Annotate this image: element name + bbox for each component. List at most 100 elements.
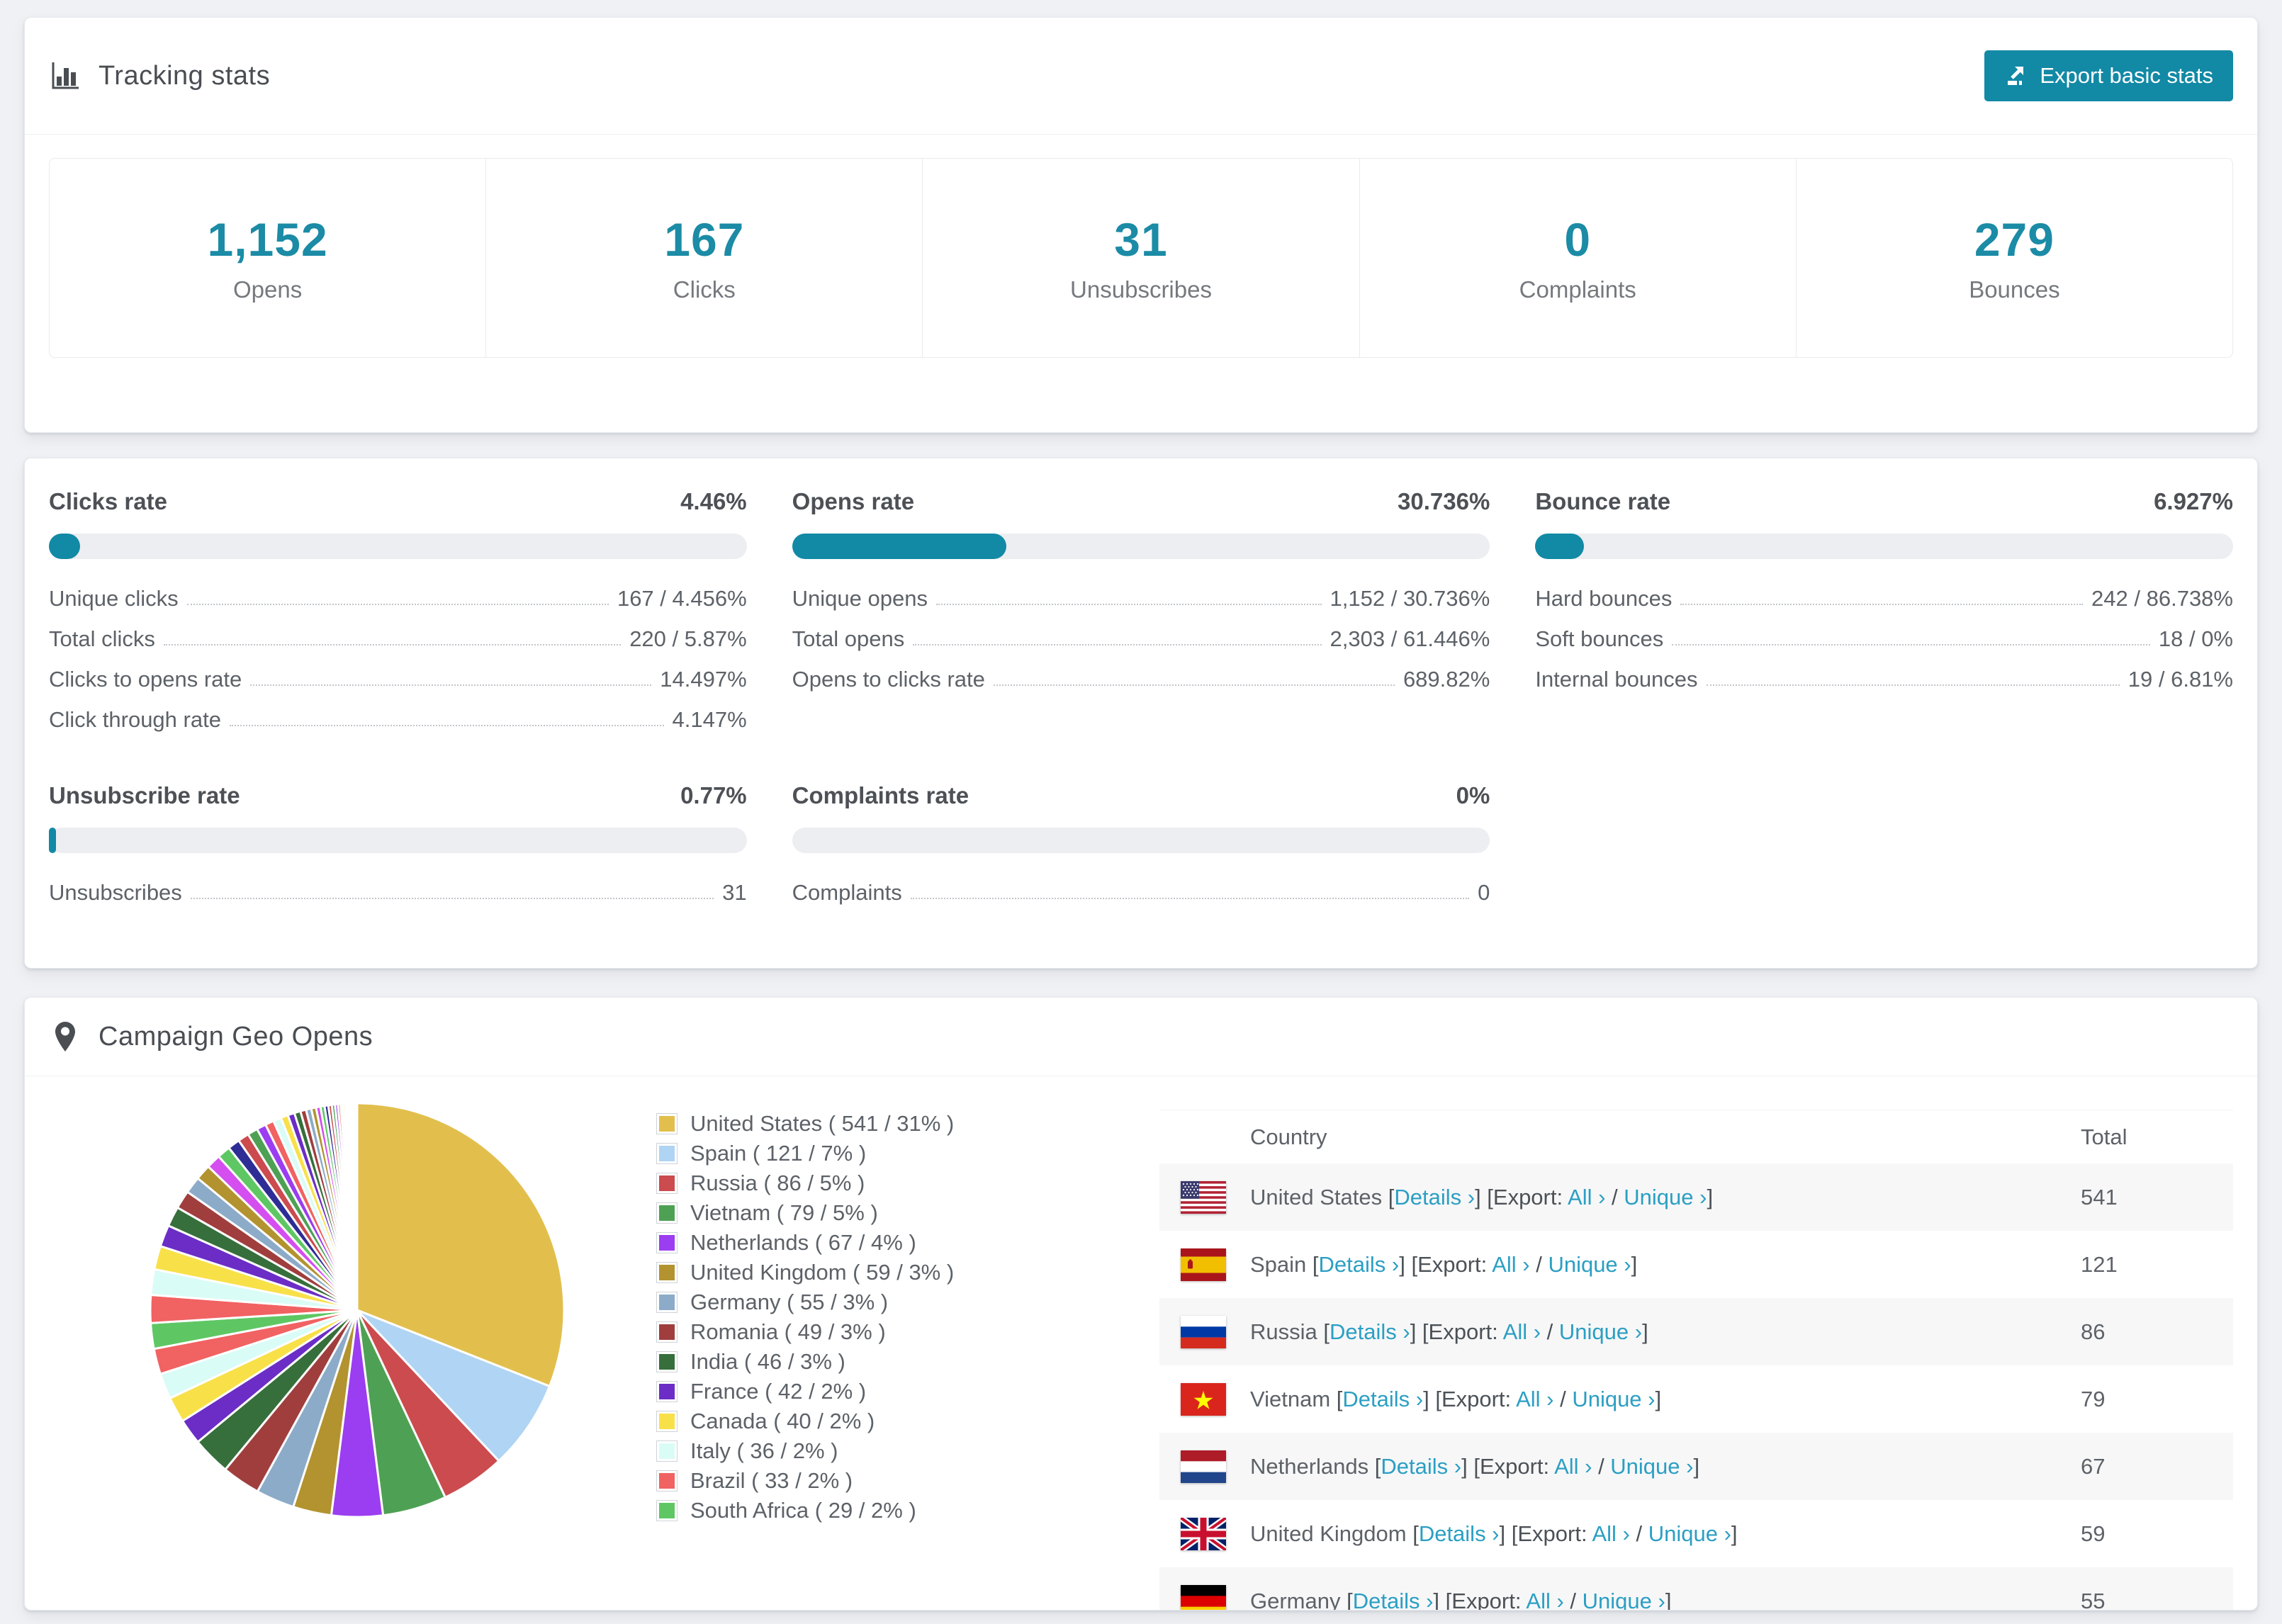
export-label: Export: (1417, 1251, 1488, 1277)
country-name: Russia (1250, 1319, 1317, 1344)
details-link[interactable]: Details › (1342, 1387, 1423, 1411)
export-unique-link[interactable]: Unique › (1610, 1454, 1693, 1479)
export-unique-link[interactable]: Unique › (1572, 1387, 1655, 1411)
export-all-link[interactable]: All › (1526, 1589, 1563, 1611)
legend-item: Italy ( 36 / 2% ) (656, 1436, 954, 1466)
dotted-leader (910, 898, 1470, 899)
country-total: 67 (2081, 1453, 2106, 1479)
legend-item: South Africa ( 29 / 2% ) (656, 1496, 954, 1526)
progress-bar (49, 828, 747, 853)
legend-label: India ( 46 / 3% ) (690, 1349, 845, 1374)
metric-value: 1,152 / 30.736% (1330, 586, 1490, 611)
page: Tracking stats Export basic stats 1,152 … (0, 0, 2282, 1611)
legend-swatch (656, 1321, 678, 1343)
map-pin-icon (49, 1020, 82, 1053)
dotted-leader (250, 684, 652, 686)
rate-value: 0% (1456, 782, 1490, 808)
country-flag-icon (1181, 1584, 1226, 1610)
stat-value: 279 (1974, 213, 2055, 266)
stat-label: Bounces (1969, 276, 2060, 303)
table-row: Germany [Details ›] [Export: All › / Uni… (1159, 1567, 2233, 1611)
geo-table-body: United States [Details ›] [Export: All ›… (1159, 1163, 2233, 1611)
metric-row: Complaints 0 (792, 880, 1490, 906)
details-link[interactable]: Details › (1419, 1521, 1500, 1546)
stat-label: Opens (232, 276, 303, 303)
metric-value: 167 / 4.456% (617, 586, 747, 611)
details-link[interactable]: Details › (1353, 1589, 1434, 1611)
export-label: Export: (1451, 1588, 1522, 1611)
export-all-link[interactable]: All › (1554, 1454, 1592, 1479)
export-label: Export: (1441, 1386, 1512, 1411)
country-cell: United States [Details ›] [Export: All ›… (1250, 1184, 1714, 1209)
stat-cell: 0 Complaints (1360, 159, 1797, 357)
legend-label: Vietnam ( 79 / 5% ) (690, 1200, 878, 1225)
country-total: 86 (2081, 1319, 2106, 1344)
export-unique-link[interactable]: Unique › (1583, 1589, 1665, 1611)
country-name: Vietnam (1250, 1386, 1331, 1411)
legend-label: Canada ( 40 / 2% ) (690, 1409, 875, 1433)
legend-swatch (656, 1440, 678, 1462)
tracking-stats-title: Tracking stats (99, 60, 271, 91)
rate-head: Clicks rate 4.46% (49, 488, 747, 515)
dotted-leader (935, 604, 1322, 605)
total-column-header: Total (2081, 1124, 2128, 1149)
legend-item: Brazil ( 33 / 2% ) (656, 1466, 954, 1496)
dotted-leader (913, 644, 1322, 645)
dotted-leader (190, 898, 714, 899)
stat-label: Clicks (673, 276, 736, 303)
progress-bar (49, 534, 747, 559)
legend-label: Netherlands ( 67 / 4% ) (690, 1230, 916, 1255)
legend-label: Brazil ( 33 / 2% ) (690, 1468, 853, 1493)
export-all-link[interactable]: All › (1492, 1252, 1529, 1277)
rate-rows: Unique clicks 167 / 4.456% Total clicks … (49, 586, 747, 733)
export-unique-link[interactable]: Unique › (1559, 1319, 1642, 1344)
legend-label: Russia ( 86 / 5% ) (690, 1171, 865, 1195)
stat-cell: 279 Bounces (1797, 159, 2232, 357)
progress-bar (1535, 534, 2233, 559)
country-cell: Spain [Details ›] [Export: All › / Uniqu… (1250, 1251, 1638, 1277)
legend-swatch (656, 1262, 678, 1283)
metric-value: 689.82% (1403, 667, 1490, 692)
dotted-leader (186, 604, 609, 605)
dotted-leader (1706, 684, 2120, 686)
export-unique-link[interactable]: Unique › (1648, 1521, 1731, 1546)
legend-swatch (656, 1292, 678, 1313)
stat-label: Unsubscribes (1070, 276, 1212, 303)
export-all-link[interactable]: All › (1516, 1387, 1553, 1411)
rate-rows: Complaints 0 (792, 880, 1490, 906)
metric-label: Unique opens (792, 586, 928, 611)
country-cell: Netherlands [Details ›] [Export: All › /… (1250, 1453, 1700, 1479)
export-basic-stats-button[interactable]: Export basic stats (1984, 50, 2233, 101)
legend-swatch (656, 1202, 678, 1224)
legend-swatch (656, 1351, 678, 1372)
metric-label: Clicks to opens rate (49, 667, 242, 692)
stat-cell: 167 Clicks (486, 159, 923, 357)
rate-head: Bounce rate 6.927% (1535, 488, 2233, 515)
metric-row: Unique opens 1,152 / 30.736% (792, 586, 1490, 611)
legend-item: Romania ( 49 / 3% ) (656, 1317, 954, 1347)
export-all-link[interactable]: All › (1503, 1319, 1541, 1344)
export-all-link[interactable]: All › (1568, 1185, 1605, 1209)
country-flag-icon (1181, 1450, 1226, 1483)
table-row: United States [Details ›] [Export: All ›… (1159, 1163, 2233, 1231)
country-cell: Russia [Details ›] [Export: All › / Uniq… (1250, 1319, 1648, 1344)
details-link[interactable]: Details › (1319, 1252, 1400, 1277)
progress-bar-fill (49, 828, 56, 853)
legend-item: Vietnam ( 79 / 5% ) (656, 1198, 954, 1228)
metric-row: Hard bounces 242 / 86.738% (1535, 586, 2233, 611)
legend-label: France ( 42 / 2% ) (690, 1379, 867, 1404)
export-all-link[interactable]: All › (1592, 1521, 1629, 1546)
legend-item: United Kingdom ( 59 / 3% ) (656, 1258, 954, 1287)
legend-item: Germany ( 55 / 3% ) (656, 1287, 954, 1317)
rate-title: Clicks rate (49, 488, 167, 514)
details-link[interactable]: Details › (1381, 1454, 1461, 1479)
country-flag-icon (1181, 1315, 1226, 1348)
details-link[interactable]: Details › (1394, 1185, 1475, 1209)
legend-item: United States ( 541 / 31% ) (656, 1109, 954, 1139)
details-link[interactable]: Details › (1330, 1319, 1410, 1344)
metric-value: 19 / 6.81% (2128, 667, 2233, 692)
export-unique-link[interactable]: Unique › (1548, 1252, 1631, 1277)
legend-swatch (656, 1173, 678, 1194)
country-name: Spain (1250, 1251, 1307, 1277)
export-unique-link[interactable]: Unique › (1624, 1185, 1707, 1209)
